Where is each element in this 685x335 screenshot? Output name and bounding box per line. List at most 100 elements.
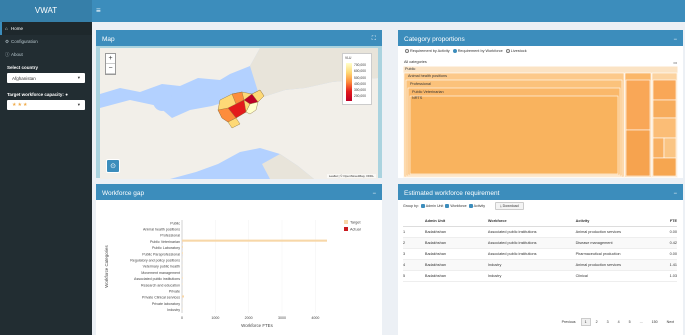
checkbox-admin-unit[interactable] [420,203,425,208]
download-button[interactable]: ⤓ Download [495,201,524,210]
legend-swatch-target [344,220,348,224]
group-by-controls: Group by: Admin Unit Workforce Activity … [398,200,683,211]
bar-target [182,245,183,248]
chevron-down-icon: ▾ [77,102,80,107]
workforce-gap-chart: 0 1000 2000 3000 4000 Public Animal health pos… [96,200,382,335]
x-axis-title: Workforce FTEs [241,323,273,328]
pager-page-last[interactable]: 150 [648,318,662,326]
pager-previous[interactable]: Previous [558,318,580,326]
pager-page-3[interactable]: 3 [603,318,613,326]
capacity-label: Target workforce capacity: ● [7,92,68,97]
treemap-root-label[interactable]: All categories [404,60,427,64]
category-radio-group: Requirement by Activity Requirement by W… [398,46,683,55]
country-select-label: Select country [7,65,39,70]
treemap-label-animal-health: Animal health positions [408,74,448,78]
table-pagination: Previous 1 2 3 4 5 ... 150 Next [558,318,678,326]
treemap-label-professional: Professional [410,82,431,86]
country-select-value: Afghanistan [12,75,36,81]
table-row[interactable]: 5 Badakhshan Industry Clinical 1.03 [403,270,677,282]
sidebar-item-label: Configuration [11,39,38,44]
collapse-icon[interactable]: − [673,37,677,43]
map-legend: VLU 700,000 600,000 500,000 400,000 300,… [342,53,372,105]
y-tick-label: Regulatory and policy positions [130,259,180,263]
y-tick-label: Animal health positions [143,228,180,232]
pager-page-2[interactable]: 2 [592,318,602,326]
y-tick-label: Private laboratory [152,302,180,306]
collapse-icon[interactable]: − [673,191,677,197]
map-panel-header: Map ⛶ [96,33,382,46]
table-row[interactable]: 3 Badakhshan Associated public instituti… [403,248,677,260]
capacity-stars: ★★★ [12,102,29,108]
app-title[interactable]: VWAT [0,0,92,22]
y-tick-label: Research and education [141,283,180,287]
group-by-label: Group by: [403,203,419,208]
leaflet-map[interactable]: + − VLU 700,000 600,000 500,000 400,000 … [100,48,378,179]
sidebar-item-label: About [11,52,23,57]
capacity-select[interactable]: ★★★ ▾ [7,100,85,110]
y-tick-label: Veterinary public health [143,265,180,269]
y-tick-label: Associated public institutions [134,277,180,281]
sidebar-toggle-icon[interactable]: ≡ [96,6,106,16]
pager-next[interactable]: Next [663,318,678,326]
column-header-workforce[interactable]: Workforce [487,216,576,227]
column-header-admin-unit[interactable]: Admin Unit [424,216,488,227]
column-header-fte[interactable]: FTE [657,216,677,227]
pager-page-4[interactable]: 4 [614,318,624,326]
table-row[interactable]: 2 Badakhshan Associated public instituti… [403,237,677,249]
map-attribution: Leaflet | © OpenStreetMap, ODbL [326,174,376,178]
radio-workforce[interactable] [452,48,457,53]
sidebar-item-home[interactable]: ⌂ Home [0,22,92,35]
column-header-index[interactable] [403,216,425,227]
sidebar-item-about[interactable]: ⓘ About [0,48,92,61]
checkbox-workforce[interactable] [445,203,450,208]
bar-target [182,295,184,298]
y-tick-label: Public Paraprofessional [142,252,180,256]
category-title: Category proportions [404,36,465,43]
radio-activity[interactable] [405,48,409,53]
country-select[interactable]: Afghanistan ▾ [7,73,85,83]
legend-label-actual: Actual [350,228,361,232]
y-axis-title: Workforce Categories [104,245,109,288]
column-header-activity[interactable]: Activity [575,216,658,227]
x-tick-label: 4000 [311,316,319,320]
treemap[interactable]: Public Animal health positions Professio… [402,65,679,179]
sidebar: ⌂ Home ⚙ Configuration ⓘ About Select co… [0,22,92,335]
download-icon: ⤓ [500,203,502,208]
category-panel: Category proportions − Requirement by Ac… [398,30,683,179]
treemap-expand-icon[interactable]: ▭ [673,60,677,65]
y-tick-label: Public Veterinarian [150,240,180,244]
radio-livestock[interactable] [505,48,510,53]
map-legend-title: VLU [345,56,352,60]
zoom-controls: + − [105,53,116,75]
table-row[interactable]: 4 Badakhshan Industry Animal production … [403,259,677,271]
category-panel-header: Category proportions − [398,33,683,46]
legend-label-target: Target [350,221,361,225]
map-reset-button[interactable]: ⊙ [106,159,120,173]
pager-page-1[interactable]: 1 [580,318,591,326]
table-row[interactable]: 1 Badakhshan Associated public instituti… [403,226,677,238]
y-tick-label: Public [170,221,180,225]
map-legend-colorbar [346,63,352,101]
sidebar-item-label: Home [11,26,24,31]
bar-target [182,276,183,279]
choropleth-afghanistan[interactable] [100,48,378,179]
estimate-table: Admin Unit Workforce Activity FTE 1 Bada… [403,216,677,282]
top-header-bar: VWAT ≡ [0,0,685,22]
map-panel: Map ⛶ + − VLU 700,000 600,000 500,000 40… [96,30,382,179]
workforce-gap-panel: Workforce gap − 0 1000 2000 3000 4000 Public A… [96,184,382,335]
zoom-out-button[interactable]: − [106,64,115,74]
help-icon[interactable]: ● [65,92,68,97]
chevron-down-icon: ▾ [77,75,80,80]
pager-page-5[interactable]: 5 [625,318,635,326]
collapse-icon[interactable]: − [372,191,376,197]
zoom-in-button[interactable]: + [106,54,115,64]
map-legend-ticks: 700,000 600,000 500,000 400,000 300,000 … [354,63,366,99]
treemap-label-public-vet: Public Veterinarian [412,90,444,94]
y-tick-label: Private [169,290,180,294]
fullscreen-icon[interactable]: ⛶ [372,36,376,43]
x-tick-label: 1000 [211,316,219,320]
checkbox-activity[interactable] [468,203,473,208]
sidebar-item-configuration[interactable]: ⚙ Configuration [0,35,92,48]
legend-swatch-actual [344,227,348,231]
home-icon: ⌂ [5,26,8,31]
